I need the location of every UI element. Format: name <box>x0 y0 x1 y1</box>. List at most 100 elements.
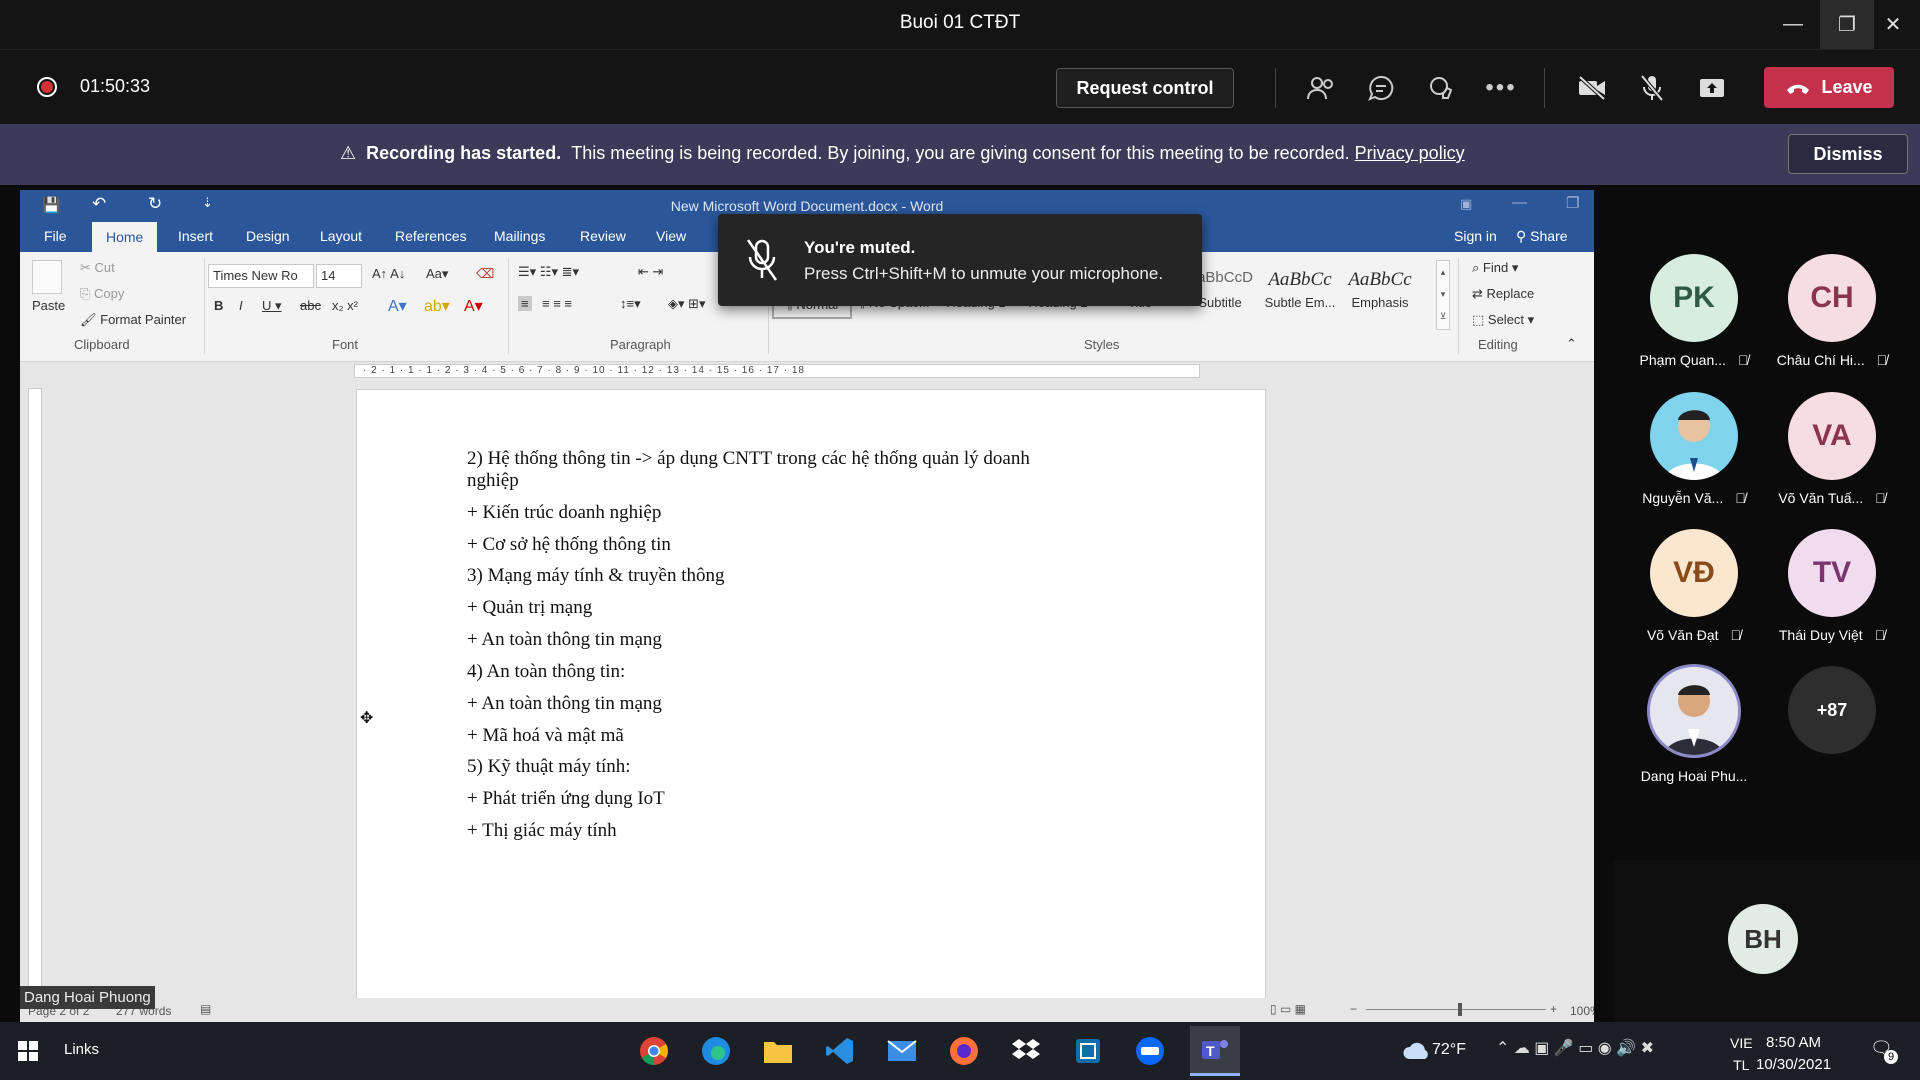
font-name-box[interactable]: Times New Ro <box>208 264 314 288</box>
dropbox-app[interactable] <box>1006 1031 1046 1071</box>
participant-tile-speaking[interactable]: Dang Hoai Phu... <box>1624 664 1764 784</box>
horizontal-ruler[interactable]: · 2 · 1 · 1 · 1 · 2 · 3 · 4 · 5 · 6 · 7 … <box>354 364 1200 378</box>
tab-view[interactable]: View <box>656 228 686 244</box>
participant-tile[interactable]: Nguyễn Vă... 🎙̸ <box>1624 392 1764 506</box>
find-button[interactable]: ⌕ Find ▾ <box>1472 260 1518 276</box>
indent-icon[interactable]: ⇤ ⇥ <box>638 264 663 280</box>
tab-references[interactable]: References <box>395 228 467 244</box>
format-painter-button[interactable]: 🖌 Format Painter <box>80 312 186 328</box>
ribbon-display-icon[interactable]: ▣ <box>1460 196 1472 212</box>
view-modes[interactable]: ▯ ▭ ▦ <box>1270 1002 1306 1016</box>
mic-off-icon: 🎙̸ <box>1730 627 1742 643</box>
more-participants-button[interactable]: +87 <box>1762 666 1902 754</box>
bullets-icon[interactable]: ☰▾ ☷▾ ≣▾ <box>518 264 579 280</box>
participant-tile[interactable]: CH Châu Chí Hi... 🎙̸ <box>1762 254 1902 368</box>
tab-mailings[interactable]: Mailings <box>494 228 545 244</box>
paste-icon[interactable] <box>32 260 62 294</box>
firefox-app[interactable] <box>944 1031 984 1071</box>
proofing-icon[interactable]: ▤ <box>200 1002 211 1016</box>
chrome-app[interactable] <box>634 1031 674 1071</box>
share-button[interactable]: ⚲ Share <box>1516 228 1568 245</box>
more-actions-button[interactable]: ••• <box>1481 70 1521 106</box>
line-spacing-icon[interactable]: ↕≡▾ <box>620 296 641 312</box>
store-app[interactable] <box>1068 1031 1108 1071</box>
styles-scroll[interactable]: ▴ ▾ ⊻ <box>1436 260 1450 330</box>
underline-icon[interactable]: U ▾ <box>262 298 282 314</box>
participants-button[interactable] <box>1301 70 1341 106</box>
tab-design[interactable]: Design <box>246 228 290 244</box>
weather-temp[interactable]: 72°F <box>1432 1041 1466 1059</box>
zoom-in-icon[interactable]: + <box>1550 1002 1557 1016</box>
reactions-button[interactable] <box>1421 70 1461 106</box>
notifications-button[interactable]: 🗨 9 <box>1870 1038 1898 1064</box>
weather-widget[interactable] <box>1396 1031 1436 1071</box>
format-painter-label: Format Painter <box>100 312 187 327</box>
font-color-icon[interactable]: A▾ <box>464 296 483 316</box>
tab-home[interactable]: Home <box>92 222 158 252</box>
vscode-app[interactable] <box>820 1031 860 1071</box>
share-content-button[interactable] <box>1692 70 1732 106</box>
links-toolbar[interactable]: Links <box>64 1041 99 1058</box>
collapse-ribbon-icon[interactable]: ⌃ <box>1566 336 1577 352</box>
clock[interactable]: 8:50 AM 10/30/2021 <box>1756 1032 1831 1076</box>
word-minimize-icon[interactable]: — <box>1512 194 1527 211</box>
strikethrough-icon[interactable]: abc <box>300 298 321 313</box>
align-center-icon[interactable]: ≡ ≡ ≡ <box>542 296 572 311</box>
teams-app[interactable]: T <box>1190 1026 1240 1076</box>
align-left-icon[interactable]: ≡ <box>518 296 532 311</box>
camera-toggle-button[interactable] <box>1572 70 1612 106</box>
participant-tile[interactable]: PK Phạm Quan... 🎙̸ <box>1624 254 1764 368</box>
style-subtle-emphasis[interactable]: AaBbCc Subtle Em... <box>1260 265 1340 319</box>
privacy-policy-link[interactable]: Privacy policy <box>1355 143 1465 163</box>
leave-button[interactable]: Leave <box>1764 67 1894 108</box>
zoom-level[interactable]: 100% <box>1570 1004 1594 1018</box>
clear-formatting-icon[interactable]: ⌫ <box>476 266 494 282</box>
people-icon <box>1307 77 1333 100</box>
document-page[interactable]: 2) Hệ thống thông tin -> áp dụng CNTT tr… <box>356 389 1266 1019</box>
minimize-button[interactable]: — <box>1766 0 1820 49</box>
font-size-box[interactable]: 14 <box>316 264 362 288</box>
shading-icon[interactable]: ◈▾ ⊞▾ <box>668 296 706 312</box>
clipboard-group-label: Clipboard <box>74 337 130 352</box>
recording-banner: ⚠ Recording has started. This meeting is … <box>0 124 1920 185</box>
start-button[interactable] <box>8 1031 48 1071</box>
tab-file[interactable]: File <box>44 228 67 244</box>
bold-icon[interactable]: B <box>214 298 223 313</box>
edge-app[interactable] <box>696 1031 736 1071</box>
tab-layout[interactable]: Layout <box>320 228 362 244</box>
chat-button[interactable] <box>1361 70 1401 106</box>
dismiss-button[interactable]: Dismiss <box>1788 134 1908 174</box>
mail-app[interactable] <box>882 1031 922 1071</box>
tab-review[interactable]: Review <box>580 228 626 244</box>
highlight-icon[interactable]: ab▾ <box>424 296 450 316</box>
grow-font-icon[interactable]: A↑ A↓ <box>372 266 405 281</box>
sign-in-link[interactable]: Sign in <box>1454 228 1497 244</box>
subscript-icon[interactable]: x₂ x² <box>332 298 358 313</box>
close-button[interactable]: ✕ <box>1866 0 1920 49</box>
select-button[interactable]: ⬚ Select ▾ <box>1472 312 1534 328</box>
cut-button[interactable]: ✂ Cut <box>80 260 115 276</box>
file-explorer-app[interactable] <box>758 1031 798 1071</box>
word-maximize-icon[interactable]: ❐ <box>1566 194 1579 212</box>
zalo-app[interactable] <box>1130 1031 1170 1071</box>
copy-button[interactable]: ⎘ Copy <box>80 286 124 302</box>
text-effects-icon[interactable]: A▾ <box>388 296 407 316</box>
style-emphasis[interactable]: AaBbCc Emphasis <box>1340 265 1420 319</box>
mic-toggle-button[interactable] <box>1632 70 1672 106</box>
request-control-button[interactable]: Request control <box>1056 68 1234 108</box>
paste-button[interactable]: Paste <box>32 298 65 313</box>
change-case-icon[interactable]: Aa▾ <box>426 266 448 282</box>
zoom-slider[interactable] <box>1366 1009 1546 1010</box>
zoom-out-icon[interactable]: − <box>1350 1002 1357 1016</box>
tray-icons[interactable]: ⌃ ☁ ▣ 🎤 ▭ ◉ 🔊 ✖ <box>1496 1038 1654 1058</box>
participant-tile[interactable]: VA Võ Văn Tuấ... 🎙̸ <box>1762 392 1902 506</box>
vertical-ruler[interactable] <box>28 388 42 1008</box>
replace-button[interactable]: ⇄ Replace <box>1472 286 1534 302</box>
zoom-slider-thumb[interactable] <box>1458 1003 1462 1016</box>
language-indicator[interactable]: VIE <box>1730 1032 1753 1054</box>
input-method[interactable]: TL <box>1730 1054 1753 1076</box>
participant-tile[interactable]: VĐ Võ Văn Đạt 🎙̸ <box>1624 529 1764 643</box>
tab-insert[interactable]: Insert <box>178 228 213 244</box>
participant-tile[interactable]: TV Thái Duy Việt 🎙̸ <box>1762 529 1902 643</box>
italic-icon[interactable]: I <box>239 298 243 313</box>
